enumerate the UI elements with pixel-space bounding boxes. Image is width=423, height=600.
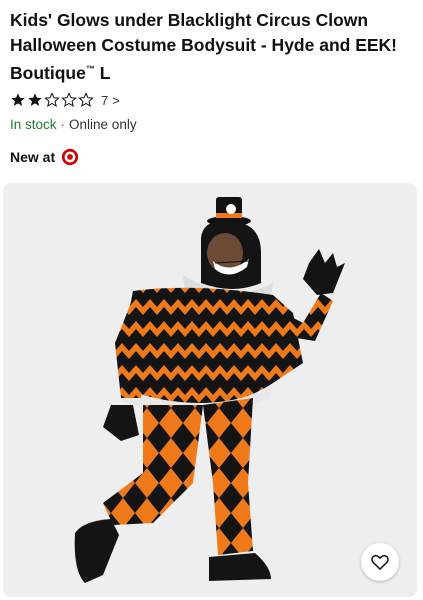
- favorite-button[interactable]: [361, 543, 399, 581]
- star-filled-icon: [11, 93, 25, 106]
- heart-icon: [371, 554, 389, 570]
- star-empty-icon: [61, 92, 77, 107]
- star-filled-icon: [28, 93, 42, 106]
- rating-row[interactable]: 7 >: [10, 91, 120, 109]
- product-title: Kids' Glows under Blacklight Circus Clow…: [10, 8, 415, 85]
- availability-row: In stock · Online only: [10, 117, 137, 132]
- new-at-label: New at: [10, 149, 56, 165]
- trademark-symbol: ™: [85, 64, 95, 74]
- product-title-text: Kids' Glows under Blacklight Circus Clow…: [10, 10, 397, 83]
- product-size: L: [94, 62, 111, 83]
- star-empty-icon: [44, 92, 60, 107]
- target-bullseye-icon: [62, 148, 79, 166]
- rating-count: 7: [101, 92, 109, 108]
- product-image[interactable]: [3, 183, 417, 597]
- separator-dot: ·: [60, 117, 66, 132]
- star-empty-icon: [78, 92, 94, 107]
- costume-illustration: [74, 197, 345, 583]
- new-at-badge: New at: [10, 148, 79, 166]
- online-only-label: Online only: [69, 117, 137, 132]
- in-stock-label: In stock: [10, 117, 57, 132]
- chevron-right-icon: >: [112, 92, 120, 108]
